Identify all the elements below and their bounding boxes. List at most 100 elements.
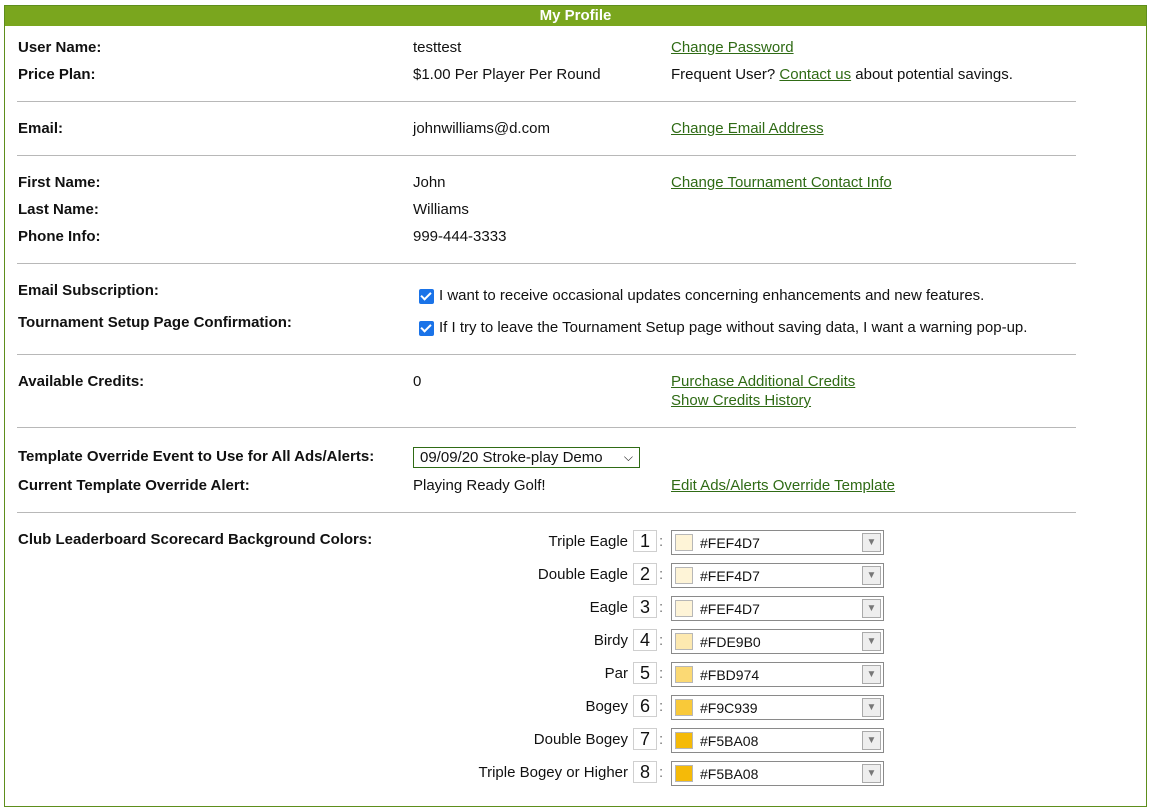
color-hex-value: #F5BA08	[700, 766, 759, 782]
colon-separator: :	[659, 764, 664, 781]
color-picker[interactable]: #F5BA08 ▼	[671, 728, 884, 753]
color-picker[interactable]: #FEF4D7 ▼	[671, 596, 884, 621]
color-level-index: 2	[633, 563, 657, 585]
chevron-down-icon[interactable]: ▼	[862, 632, 881, 651]
change-password-link[interactable]: Change Password	[671, 38, 794, 58]
template-event-label: Template Override Event to Use for All A…	[18, 448, 375, 465]
template-alert-value: Playing Ready Golf!	[413, 477, 546, 494]
color-picker[interactable]: #F9C939 ▼	[671, 695, 884, 720]
color-row: Birdy 4: #FDE9B0 ▼	[5, 629, 1146, 655]
email-label: Email:	[18, 120, 64, 137]
colon-separator: :	[659, 599, 664, 616]
color-level-name: Eagle	[589, 599, 628, 616]
color-level-name: Triple Eagle	[548, 533, 628, 550]
color-hex-value: #FEF4D7	[700, 535, 760, 551]
divider	[17, 155, 1076, 156]
email-value: johnwilliams@d.com	[413, 120, 550, 137]
colon-separator: :	[659, 566, 664, 583]
template-event-row: Template Override Event to Use for All A…	[5, 447, 1146, 468]
last-name-row: Last Name: Williams	[5, 200, 1146, 220]
divider	[17, 354, 1076, 355]
color-row: Triple Bogey or Higher 8: #F5BA08 ▼	[5, 761, 1146, 787]
color-hex-value: #FEF4D7	[700, 568, 760, 584]
color-row: Double Eagle 2: #FEF4D7 ▼	[5, 563, 1146, 589]
price-plan-label: Price Plan:	[18, 66, 96, 83]
email-subscription-checkbox[interactable]	[419, 289, 434, 304]
chevron-down-icon[interactable]: ▼	[862, 566, 881, 585]
first-name-value: John	[413, 174, 446, 191]
template-event-select[interactable]: 09/09/20 Stroke-play Demo ⌵	[413, 447, 640, 468]
color-level-index: 5	[633, 662, 657, 684]
divider	[17, 101, 1076, 102]
contact-us-link[interactable]: Contact us	[779, 66, 851, 83]
credits-value: 0	[413, 373, 422, 390]
divider	[17, 263, 1076, 264]
user-name-value: testtest	[413, 39, 462, 56]
setup-confirmation-checkbox[interactable]	[419, 321, 434, 336]
color-row: Bogey 6: #F9C939 ▼	[5, 695, 1146, 721]
color-swatch	[675, 633, 693, 650]
email-row: Email: johnwilliams@d.com Change Email A…	[5, 119, 1146, 139]
page-title: My Profile	[5, 6, 1146, 26]
color-picker[interactable]: #FEF4D7 ▼	[671, 563, 884, 588]
color-level-name: Birdy	[593, 632, 628, 649]
change-contact-info-link[interactable]: Change Tournament Contact Info	[671, 173, 892, 193]
purchase-credits-link[interactable]: Purchase Additional Credits	[671, 372, 855, 392]
user-name-label: User Name:	[18, 39, 102, 56]
colon-separator: :	[659, 632, 664, 649]
chevron-down-icon[interactable]: ▼	[862, 698, 881, 717]
color-level-name: Par	[604, 665, 628, 682]
color-level-index: 6	[633, 695, 657, 717]
credits-history-link[interactable]: Show Credits History	[671, 391, 811, 411]
chevron-down-icon: ⌵	[623, 450, 633, 464]
template-alert-row: Current Template Override Alert: Playing…	[5, 476, 1146, 496]
color-swatch	[675, 567, 693, 584]
color-level-name: Bogey	[585, 698, 628, 715]
color-picker[interactable]: #F5BA08 ▼	[671, 761, 884, 786]
frequent-user-note: Frequent User? Contact us about potentia…	[671, 65, 1013, 85]
edit-override-template-link[interactable]: Edit Ads/Alerts Override Template	[671, 476, 895, 496]
color-swatch	[675, 732, 693, 749]
price-plan-row: Price Plan: $1.00 Per Player Per Round F…	[5, 65, 1146, 85]
color-level-name: Triple Bogey or Higher	[478, 764, 628, 781]
color-row: Par 5: #FBD974 ▼	[5, 662, 1146, 688]
credits-row: Available Credits: 0 Purchase Additional…	[5, 372, 1146, 392]
phone-label: Phone Info:	[18, 228, 101, 245]
chevron-down-icon[interactable]: ▼	[862, 599, 881, 618]
template-alert-label: Current Template Override Alert:	[18, 477, 250, 494]
color-row: Triple Eagle 1: #FEF4D7 ▼	[5, 530, 1146, 556]
color-level-name: Double Eagle	[537, 566, 628, 583]
color-hex-value: #F5BA08	[700, 733, 759, 749]
phone-row: Phone Info: 999-444-3333	[5, 227, 1146, 247]
chevron-down-icon[interactable]: ▼	[862, 731, 881, 750]
color-swatch	[675, 600, 693, 617]
color-swatch	[675, 534, 693, 551]
change-email-link[interactable]: Change Email Address	[671, 119, 824, 139]
chevron-down-icon[interactable]: ▼	[862, 533, 881, 552]
colon-separator: :	[659, 731, 664, 748]
setup-confirmation-text: If I try to leave the Tournament Setup p…	[439, 319, 1028, 336]
color-hex-value: #F9C939	[700, 700, 758, 716]
first-name-row: First Name: John Change Tournament Conta…	[5, 173, 1146, 193]
color-picker[interactable]: #FDE9B0 ▼	[671, 629, 884, 654]
color-hex-value: #FDE9B0	[700, 634, 761, 650]
price-plan-value: $1.00 Per Player Per Round	[413, 66, 601, 83]
email-subscription-text: I want to receive occasional updates con…	[439, 287, 985, 304]
chevron-down-icon[interactable]: ▼	[862, 764, 881, 783]
chevron-down-icon[interactable]: ▼	[862, 665, 881, 684]
first-name-label: First Name:	[18, 174, 101, 191]
frequent-suffix: about potential savings.	[851, 66, 1013, 83]
setup-confirmation-option: If I try to leave the Tournament Setup p…	[5, 318, 1146, 338]
last-name-label: Last Name:	[18, 201, 99, 218]
color-picker[interactable]: #FEF4D7 ▼	[671, 530, 884, 555]
color-level-index: 7	[633, 728, 657, 750]
color-picker[interactable]: #FBD974 ▼	[671, 662, 884, 687]
color-level-index: 3	[633, 596, 657, 618]
profile-panel: My Profile User Name: testtest Change Pa…	[4, 5, 1147, 807]
color-level-index: 8	[633, 761, 657, 783]
color-swatch	[675, 666, 693, 683]
divider	[17, 512, 1076, 513]
colon-separator: :	[659, 665, 664, 682]
colon-separator: :	[659, 698, 664, 715]
color-swatch	[675, 765, 693, 782]
